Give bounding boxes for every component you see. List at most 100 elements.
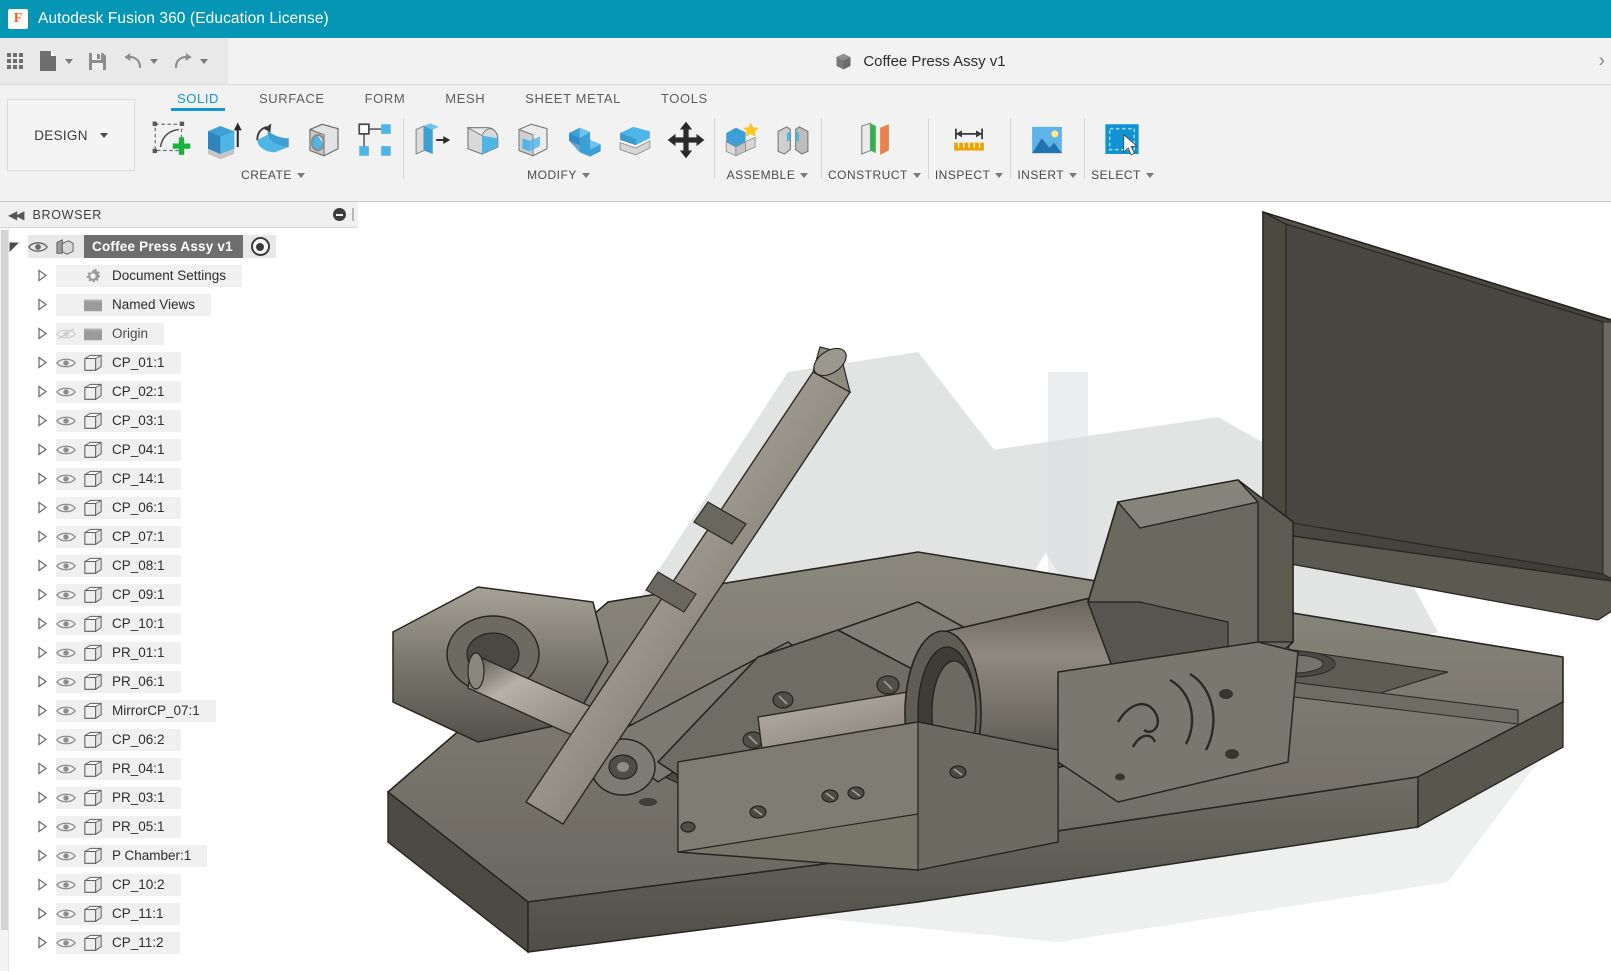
tree-item-pr-03-1[interactable]: PR_03:1 [0,783,358,812]
tree-item-pr-05-1[interactable]: PR_05:1 [0,812,358,841]
chevron-right-icon[interactable] [36,907,49,920]
tree-item-row[interactable]: CP_06:1 [56,497,181,519]
visibility-eye-icon[interactable] [56,298,76,312]
tree-item-row[interactable]: PR_04:1 [56,758,181,780]
scrollbar-thumb[interactable] [1,230,8,930]
tree-item-pr-01-1[interactable]: PR_01:1 [0,638,358,667]
tree-item-cp-07-1[interactable]: CP_07:1 [0,522,358,551]
visibility-eye-icon[interactable] [56,762,76,776]
chevron-right-icon[interactable] [36,298,49,311]
chevron-right-icon[interactable] [36,472,49,485]
tree-item-row[interactable]: MirrorCP_07:1 [56,700,216,722]
tree-item-cp-11-1[interactable]: CP_11:1 [0,899,358,928]
chevron-right-icon[interactable] [36,733,49,746]
chevron-right-icon[interactable] [36,327,49,340]
measure-icon[interactable] [948,119,990,161]
visibility-eye-icon[interactable] [56,791,76,805]
chevron-right-icon[interactable] [36,936,49,949]
tree-item-row[interactable]: CP_09:1 [56,584,181,606]
revolve-icon[interactable] [252,119,294,161]
tree-item-pr-04-1[interactable]: PR_04:1 [0,754,358,783]
activate-component-icon[interactable] [251,237,270,256]
viewport-3d[interactable] [358,202,1611,971]
undo-button[interactable] [115,41,165,81]
chevron-right-icon[interactable] [36,878,49,891]
tree-item-row[interactable]: CP_11:2 [56,932,180,954]
chevron-right-icon[interactable] [36,791,49,804]
offset-plane-icon[interactable] [853,119,895,161]
tree-item-cp-01-1[interactable]: CP_01:1 [0,348,358,377]
visibility-eye-icon[interactable] [56,936,76,950]
chevron-right-icon[interactable] [36,762,49,775]
shell-icon[interactable] [512,119,554,161]
visibility-eye-icon[interactable] [56,414,76,428]
visibility-eye-icon[interactable] [56,559,76,573]
tree-item-document-settings[interactable]: Document Settings [0,261,358,290]
tree-item-row[interactable]: Named Views [56,294,211,316]
tree-item-cp-06-1[interactable]: CP_06:1 [0,493,358,522]
tree-item-row[interactable]: PR_06:1 [56,671,181,693]
visibility-eye-icon[interactable] [56,356,76,370]
split-face-icon[interactable] [614,119,656,161]
pattern-icon[interactable] [354,119,396,161]
chevron-right-icon[interactable] [36,849,49,862]
app-grid-button[interactable] [0,41,30,81]
panel-resize-grip[interactable] [352,208,354,221]
tree-item-cp-11-2[interactable]: CP_11:2 [0,928,358,957]
document-tab[interactable]: Coffee Press Assy v1 [833,51,1005,72]
tree-item-cp-10-2[interactable]: CP_10:2 [0,870,358,899]
tree-item-cp-06-2[interactable]: CP_06:2 [0,725,358,754]
tree-item-cp-09-1[interactable]: CP_09:1 [0,580,358,609]
chevron-right-icon[interactable] [36,501,49,514]
visibility-eye-icon[interactable] [56,269,76,283]
panel-create-label[interactable]: CREATE [241,168,305,182]
tree-item-cp-02-1[interactable]: CP_02:1 [0,377,358,406]
collapse-panel-icon[interactable]: ◀◀ [8,208,22,222]
tree-item-row[interactable]: CP_08:1 [56,555,181,577]
fillet-icon[interactable] [461,119,503,161]
move-copy-icon[interactable] [665,119,707,161]
chevron-right-icon[interactable] [36,414,49,427]
create-sketch-icon[interactable] [150,119,192,161]
visibility-eye-icon[interactable] [56,849,76,863]
tree-item-row[interactable]: CP_03:1 [56,410,181,432]
tree-item-mirrorcp-07-1[interactable]: MirrorCP_07:1 [0,696,358,725]
tree-item-cp-08-1[interactable]: CP_08:1 [0,551,358,580]
chevron-right-icon[interactable] [36,530,49,543]
visibility-eye-icon[interactable] [56,617,76,631]
visibility-eye-icon[interactable] [56,820,76,834]
tree-item-cp-10-1[interactable]: CP_10:1 [0,609,358,638]
press-pull-icon[interactable] [410,119,452,161]
select-window-icon[interactable] [1101,119,1143,161]
chevron-right-icon[interactable] [36,588,49,601]
hole-icon[interactable] [303,119,345,161]
chevron-down-icon[interactable] [8,240,22,254]
model-coffee-press-assembly[interactable] [358,202,1611,971]
tree-item-row[interactable]: CP_14:1 [56,468,181,490]
visibility-eye-icon[interactable] [56,675,76,689]
visibility-eye-icon[interactable] [56,443,76,457]
visibility-eye-icon[interactable] [56,907,76,921]
extrude-icon[interactable] [201,119,243,161]
tree-item-row[interactable]: PR_05:1 [56,816,181,838]
combine-icon[interactable] [563,119,605,161]
chevron-right-icon[interactable]: › [1599,52,1605,71]
visibility-eye-icon[interactable] [56,472,76,486]
tree-item-row[interactable]: PR_01:1 [56,642,181,664]
tree-item-row[interactable]: Origin [56,323,164,345]
tree-item-row[interactable]: Document Settings [56,265,242,287]
tree-item-row[interactable]: CP_04:1 [56,439,181,461]
redo-button[interactable] [165,41,215,81]
tree-item-cp-03-1[interactable]: CP_03:1 [0,406,358,435]
chevron-right-icon[interactable] [36,617,49,630]
tab-form[interactable]: FORM [345,91,426,111]
tree-item-origin[interactable]: Origin [0,319,358,348]
tree-item-row[interactable]: CP_07:1 [56,526,181,548]
panel-construct-label[interactable]: CONSTRUCT [828,168,921,182]
save-button[interactable] [80,41,115,81]
visibility-eye-icon[interactable] [56,646,76,660]
tree-root-node[interactable]: Coffee Press Assy v1 [0,232,358,261]
chevron-right-icon[interactable] [36,704,49,717]
chevron-right-icon[interactable] [36,385,49,398]
tree-item-row[interactable]: CP_01:1 [56,352,181,374]
